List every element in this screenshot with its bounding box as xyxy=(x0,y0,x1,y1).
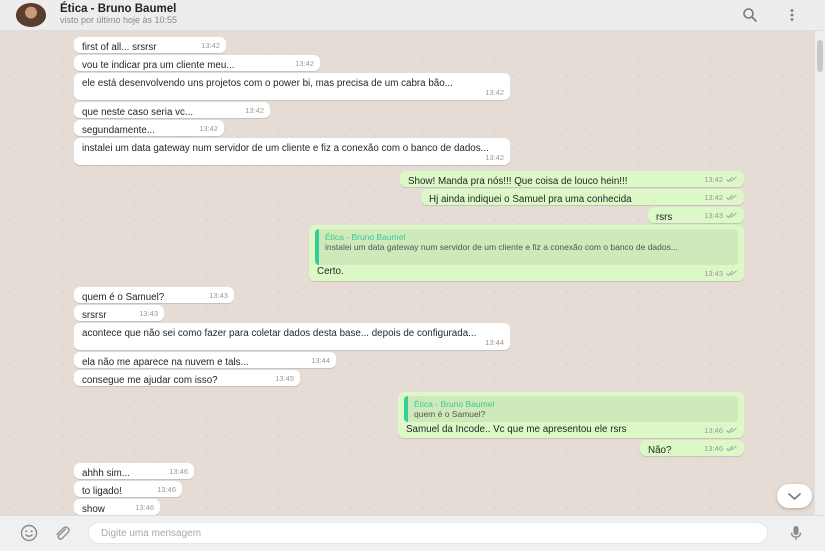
message-time: 13:45 xyxy=(275,373,294,383)
message-outgoing-reply[interactable]: Ética - Bruno Baumel instalei um data ga… xyxy=(309,225,744,281)
message-incoming[interactable]: vou te indicar pra um cliente meu... 13:… xyxy=(74,55,320,71)
message-incoming[interactable]: consegue me ajudar com isso? 13:45 xyxy=(74,370,300,386)
paperclip-icon[interactable] xyxy=(53,524,71,542)
message-time: 13:44 xyxy=(485,337,504,347)
chat-header: Ética - Bruno Baumel visto por último ho… xyxy=(0,0,825,31)
message-incoming[interactable]: to ligado! 13:46 xyxy=(74,481,182,497)
message-text: Certo. xyxy=(317,266,344,277)
message-outgoing-reply[interactable]: Ética - Bruno Baumel quem é o Samuel? Sa… xyxy=(398,392,744,438)
message-incoming[interactable]: ela não me aparece na nuvem e tals... 13… xyxy=(74,352,336,368)
message-outgoing[interactable]: Hj ainda indiquei o Samuel pra uma conhe… xyxy=(421,189,744,205)
message-time-value: 13:42 xyxy=(704,174,723,184)
quoted-message[interactable]: Ética - Bruno Baumel instalei um data ga… xyxy=(315,229,738,265)
quoted-text: quem é o Samuel? xyxy=(414,409,486,419)
message-text: Não? xyxy=(648,445,672,456)
message-text: Show! Manda pra nós!!! Que coisa de louc… xyxy=(408,176,628,187)
message-text: srsrsr xyxy=(82,310,107,321)
message-time: 13:42 xyxy=(704,174,738,186)
message-incoming[interactable]: quem é o Samuel? 13:43 xyxy=(74,287,234,303)
message-time: 13:46 xyxy=(169,466,188,476)
search-icon[interactable] xyxy=(741,6,759,24)
emoji-icon[interactable] xyxy=(20,524,38,542)
contact-avatar[interactable] xyxy=(16,3,46,27)
microphone-icon[interactable] xyxy=(787,524,805,542)
message-incoming[interactable]: ele está desenvolvendo uns projetos com … xyxy=(74,73,510,100)
message-text: segundamente... xyxy=(82,125,155,136)
quoted-text: instalei um data gateway num servidor de… xyxy=(325,242,678,252)
message-time: 13:46 xyxy=(704,425,738,437)
scroll-down-button[interactable] xyxy=(777,484,812,508)
message-incoming[interactable]: show 13:46 xyxy=(74,499,160,515)
message-time: 13:42 xyxy=(704,192,738,204)
message-time-value: 13:43 xyxy=(704,268,723,278)
chat-scrollbar[interactable] xyxy=(815,31,825,515)
message-text: to ligado! xyxy=(82,486,122,497)
message-text: consegue me ajudar com isso? xyxy=(82,375,218,386)
message-time: 13:43 xyxy=(704,268,738,280)
message-time: 13:42 xyxy=(199,123,218,133)
message-text: Samuel da Incode.. Vc que me apresentou … xyxy=(406,424,627,435)
double-check-icon xyxy=(726,270,737,276)
chevron-down-icon xyxy=(788,493,801,500)
message-time: 13:42 xyxy=(201,40,220,50)
message-text: quem é o Samuel? xyxy=(82,292,165,303)
message-text: rsrs xyxy=(656,212,673,223)
message-time: 13:42 xyxy=(485,152,504,162)
message-time: 13:42 xyxy=(295,58,314,68)
double-check-icon xyxy=(726,212,737,218)
message-time: 13:46 xyxy=(157,484,176,494)
message-text: ahhh sim... xyxy=(82,468,130,479)
message-composer xyxy=(0,515,825,551)
message-incoming[interactable]: ahhh sim... 13:46 xyxy=(74,463,194,479)
message-time-value: 13:46 xyxy=(704,443,723,453)
message-text: first of all... srsrsr xyxy=(82,42,157,53)
message-time: 13:44 xyxy=(311,355,330,365)
message-outgoing[interactable]: Não? 13:46 xyxy=(640,440,744,456)
message-incoming[interactable]: segundamente... 13:42 xyxy=(74,120,224,136)
message-time: 13:46 xyxy=(704,443,738,455)
double-check-icon xyxy=(726,194,737,200)
message-time-value: 13:43 xyxy=(704,210,723,220)
message-time: 13:43 xyxy=(139,308,158,318)
message-text: acontece que não sei como fazer para col… xyxy=(82,328,477,339)
message-time-value: 13:46 xyxy=(704,425,723,435)
message-time: 13:46 xyxy=(135,502,154,512)
message-text: vou te indicar pra um cliente meu... xyxy=(82,60,235,71)
message-time-value: 13:42 xyxy=(704,192,723,202)
double-check-icon xyxy=(726,445,737,451)
message-incoming[interactable]: first of all... srsrsr 13:42 xyxy=(74,37,226,53)
message-time: 13:42 xyxy=(485,87,504,97)
double-check-icon xyxy=(726,176,737,182)
scrollbar-thumb[interactable] xyxy=(817,40,823,72)
message-list[interactable]: first of all... srsrsr 13:42 vou te indi… xyxy=(0,31,815,515)
quoted-message[interactable]: Ética - Bruno Baumel quem é o Samuel? xyxy=(404,396,738,422)
vertical-dots-icon[interactable] xyxy=(783,6,801,24)
message-text: Hj ainda indiquei o Samuel pra uma conhe… xyxy=(429,194,632,205)
contact-name[interactable]: Ética - Bruno Baumel xyxy=(60,3,176,15)
message-incoming[interactable]: instalei um data gateway num servidor de… xyxy=(74,138,510,165)
message-incoming[interactable]: acontece que não sei como fazer para col… xyxy=(74,323,510,350)
message-text: instalei um data gateway num servidor de… xyxy=(82,143,489,154)
message-text: ele está desenvolvendo uns projetos com … xyxy=(82,78,453,89)
last-seen-status: visto por último hoje às 10:55 xyxy=(60,15,178,25)
message-text: show xyxy=(82,504,105,515)
message-incoming[interactable]: que neste caso seria vc... 13:42 xyxy=(74,102,270,118)
message-time: 13:43 xyxy=(209,290,228,300)
message-input[interactable] xyxy=(88,522,768,544)
message-incoming[interactable]: srsrsr 13:43 xyxy=(74,305,164,321)
message-text: ela não me aparece na nuvem e tals... xyxy=(82,357,249,368)
whatsapp-web-window: Ética - Bruno Baumel visto por último ho… xyxy=(0,0,825,551)
message-text: que neste caso seria vc... xyxy=(82,107,194,118)
double-check-icon xyxy=(726,427,737,433)
message-outgoing[interactable]: rsrs 13:43 xyxy=(648,207,744,223)
message-time: 13:42 xyxy=(245,105,264,115)
message-outgoing[interactable]: Show! Manda pra nós!!! Que coisa de louc… xyxy=(400,171,744,187)
message-time: 13:43 xyxy=(704,210,738,222)
